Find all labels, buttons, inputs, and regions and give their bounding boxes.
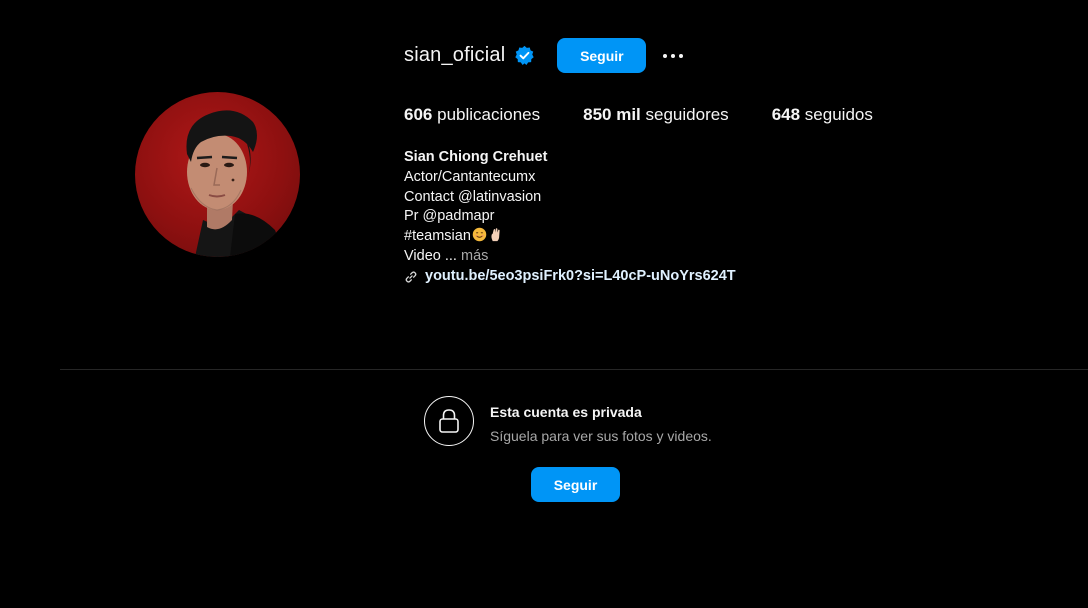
follow-private-button[interactable]: Seguir	[531, 467, 620, 502]
following-count: 648	[771, 105, 801, 124]
more-link[interactable]: más	[461, 248, 488, 264]
section-divider	[60, 369, 1088, 370]
profile-username: sian_oficial	[404, 44, 506, 66]
posts-count: 606	[404, 105, 433, 124]
bio-line-hashtag-row: #teamsian	[404, 227, 736, 247]
followers-stat[interactable]: 850 mil seguidores	[583, 105, 729, 125]
private-text-block: Esta cuenta es privada Síguela para ver …	[490, 404, 712, 444]
posts-label: publicaciones	[437, 105, 541, 124]
followers-label: seguidores	[645, 105, 729, 124]
bio-line-video: Video ... más	[404, 247, 736, 267]
more-options-icon[interactable]	[660, 38, 686, 73]
profile-bio: Sian Chiong Crehuet Actor/Cantantecumx C…	[404, 148, 736, 287]
private-title: Esta cuenta es privada	[490, 404, 642, 420]
private-subtitle: Síguela para ver sus fotos y videos.	[490, 428, 712, 444]
bio-video-text: Video ...	[404, 247, 457, 264]
bio-line-pr: Pr @padmapr	[404, 208, 495, 225]
profile-page: sian_oficial Seguir 606 publicaciones 85…	[0, 0, 1088, 608]
bio-link-text: youtu.be/5eo3psiFrk0?si=L40cP-uNoYrs624T	[425, 267, 736, 284]
bio-hashtag[interactable]: #teamsian	[404, 228, 471, 244]
bio-name: Sian Chiong Crehuet	[404, 149, 548, 165]
smiling-face-emoji-icon	[472, 227, 487, 242]
bio-external-link[interactable]: youtu.be/5eo3psiFrk0?si=L40cP-uNoYrs624T	[404, 267, 736, 287]
hand-emoji-icon	[488, 227, 503, 242]
follow-button[interactable]: Seguir	[557, 38, 647, 73]
lock-icon	[424, 396, 474, 446]
verified-badge-icon	[514, 45, 535, 66]
following-label: seguidos	[804, 105, 873, 124]
bio-line-occupation: Actor/Cantantecumx	[404, 168, 536, 185]
posts-stat: 606 publicaciones	[404, 105, 540, 125]
profile-stats: 606 publicaciones 850 mil seguidores 648…	[404, 104, 916, 126]
avatar-portrait	[186, 110, 285, 257]
following-stat[interactable]: 648 seguidos	[772, 105, 873, 125]
link-icon	[404, 270, 418, 284]
followers-count: 850 mil	[583, 105, 641, 124]
profile-avatar[interactable]	[135, 92, 300, 257]
bio-line-contact: Contact @latinvasion	[404, 188, 542, 205]
private-account-notice: Esta cuenta es privada Síguela para ver …	[424, 396, 712, 446]
profile-header: sian_oficial Seguir	[404, 38, 686, 73]
